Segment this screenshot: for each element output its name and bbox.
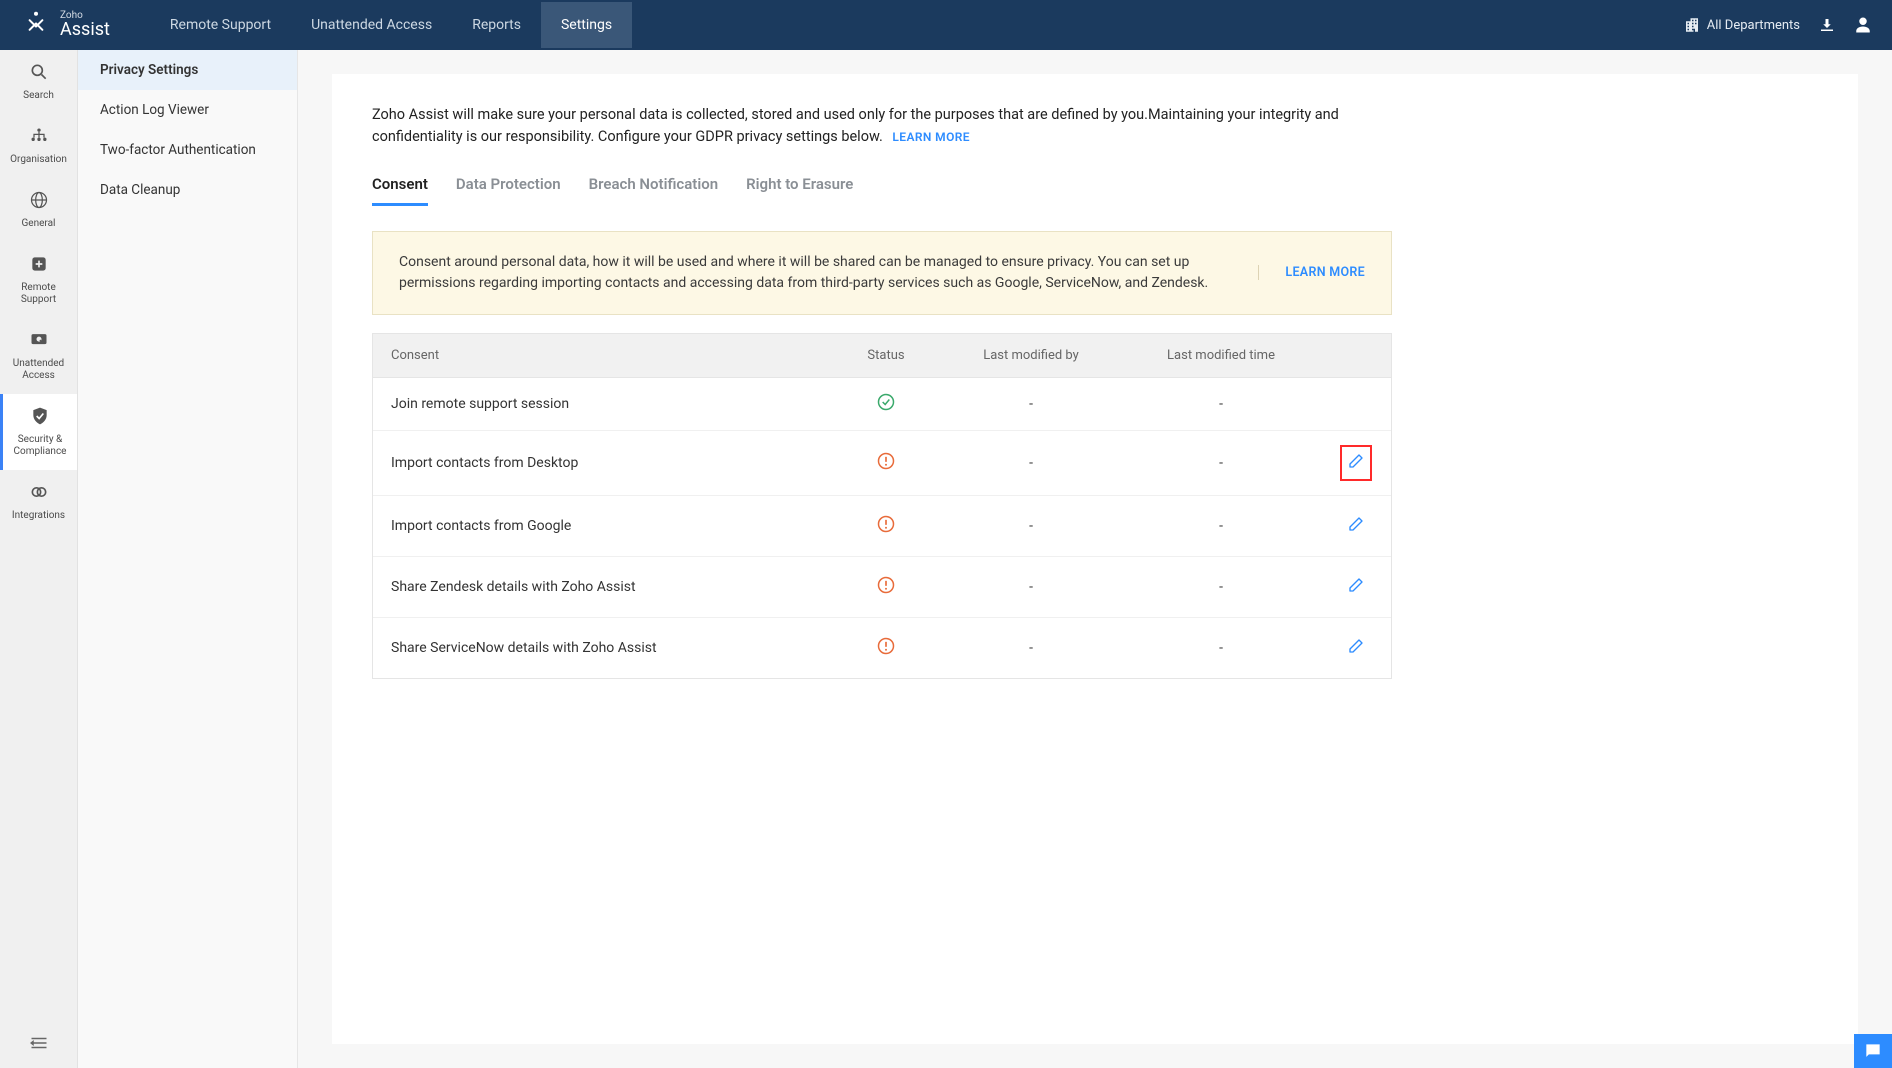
sidebar-icon-remote-support[interactable]: Remote Support	[0, 242, 77, 318]
top-nav-settings[interactable]: Settings	[541, 2, 632, 48]
status-warning-icon	[876, 522, 896, 538]
top-nav: Remote SupportUnattended AccessReportsSe…	[150, 2, 632, 48]
top-nav-remote-support[interactable]: Remote Support	[150, 2, 291, 48]
collapse-icon	[30, 1036, 48, 1050]
col-header-status: Status	[831, 334, 941, 377]
consent-notice: Consent around personal data, how it wil…	[372, 231, 1392, 315]
col-header-modified-by: Last modified by	[941, 334, 1121, 377]
content-card: Zoho Assist will make sure your personal…	[332, 74, 1858, 1044]
status-warning-icon	[876, 644, 896, 660]
sub-sidebar: Privacy SettingsAction Log ViewerTwo-fac…	[78, 50, 298, 1068]
consent-status	[831, 378, 941, 430]
modified-time: -	[1121, 504, 1321, 548]
status-ok-icon	[876, 400, 896, 416]
main-layout: SearchOrganisationGeneralRemote SupportU…	[0, 50, 1892, 1068]
globe-icon	[29, 190, 49, 218]
table-row: Join remote support session - -	[373, 378, 1391, 431]
consent-name: Share Zendesk details with Zoho Assist	[373, 565, 831, 609]
modified-by: -	[941, 626, 1121, 670]
edit-consent-button[interactable]	[1342, 510, 1370, 542]
org-icon	[29, 126, 49, 154]
tab-consent[interactable]: Consent	[372, 175, 428, 206]
sub-sidebar-action-log-viewer[interactable]: Action Log Viewer	[78, 90, 297, 130]
consent-name: Join remote support session	[373, 382, 831, 426]
consent-status	[831, 561, 941, 613]
pencil-icon	[1347, 452, 1365, 474]
sub-sidebar-privacy-settings[interactable]: Privacy Settings	[78, 50, 297, 90]
status-warning-icon	[876, 583, 896, 599]
chat-icon	[1863, 1041, 1883, 1061]
notice-text: Consent around personal data, how it wil…	[399, 252, 1228, 294]
col-header-modified-time: Last modified time	[1121, 334, 1321, 377]
icon-sidebar: SearchOrganisationGeneralRemote SupportU…	[0, 50, 78, 1068]
modified-by: -	[941, 382, 1121, 426]
status-warning-icon	[876, 459, 896, 475]
pencil-icon	[1347, 576, 1365, 598]
link-icon	[29, 482, 49, 510]
modified-time: -	[1121, 565, 1321, 609]
modified-time: -	[1121, 382, 1321, 426]
shield-icon	[30, 406, 50, 434]
modified-by: -	[941, 565, 1121, 609]
app-name: Assist	[60, 21, 110, 39]
modified-by: -	[941, 504, 1121, 548]
consent-name: Import contacts from Google	[373, 504, 831, 548]
monitor-icon	[29, 330, 49, 358]
sub-sidebar-two-factor-authentication[interactable]: Two-factor Authentication	[78, 130, 297, 170]
download-icon[interactable]	[1818, 16, 1836, 34]
tab-right-to-erasure[interactable]: Right to Erasure	[746, 175, 853, 206]
table-row: Share Zendesk details with Zoho Assist -…	[373, 557, 1391, 618]
edit-consent-button[interactable]	[1340, 445, 1372, 481]
col-header-consent: Consent	[373, 334, 831, 377]
table-header-row: Consent Status Last modified by Last mod…	[373, 334, 1391, 378]
sidebar-icon-general[interactable]: General	[0, 178, 77, 242]
chat-fab[interactable]	[1854, 1034, 1892, 1068]
intro-text: Zoho Assist will make sure your personal…	[372, 104, 1362, 149]
privacy-tabs: Consent Data Protection Breach Notificatio…	[372, 175, 1818, 207]
sidebar-icon-integrations[interactable]: Integrations	[0, 470, 77, 534]
consent-name: Share ServiceNow details with Zoho Assis…	[373, 626, 831, 670]
search-icon	[29, 62, 49, 90]
edit-consent-button[interactable]	[1342, 571, 1370, 603]
departments-selector[interactable]: All Departments	[1683, 16, 1800, 34]
notice-learn-more-link[interactable]: LEARN MORE	[1258, 265, 1365, 280]
learn-more-link[interactable]: LEARN MORE	[892, 130, 970, 144]
consent-status	[831, 437, 941, 489]
sidebar-icon-unattended-access[interactable]: Unattended Access	[0, 318, 77, 394]
sub-sidebar-data-cleanup[interactable]: Data Cleanup	[78, 170, 297, 210]
modified-time: -	[1121, 441, 1321, 485]
consent-table: Consent Status Last modified by Last mod…	[372, 333, 1392, 679]
table-row: Share ServiceNow details with Zoho Assis…	[373, 618, 1391, 678]
tab-breach-notification[interactable]: Breach Notification	[589, 175, 719, 206]
logo[interactable]: Zoho Assist	[20, 9, 110, 41]
sidebar-icon-security-compliance[interactable]: Security & Compliance	[0, 394, 77, 470]
pencil-icon	[1347, 515, 1365, 537]
app-header: Zoho Assist Remote SupportUnattended Acc…	[0, 0, 1892, 50]
pencil-icon	[1347, 637, 1365, 659]
edit-consent-button[interactable]	[1342, 632, 1370, 664]
top-nav-unattended-access[interactable]: Unattended Access	[291, 2, 452, 48]
tab-data-protection[interactable]: Data Protection	[456, 175, 561, 206]
table-row: Import contacts from Google - -	[373, 496, 1391, 557]
consent-status	[831, 622, 941, 674]
building-icon	[1683, 16, 1701, 34]
consent-name: Import contacts from Desktop	[373, 441, 831, 485]
sidebar-icon-organisation[interactable]: Organisation	[0, 114, 77, 178]
modified-by: -	[941, 441, 1121, 485]
plus-icon	[29, 254, 49, 282]
content-wrap: Zoho Assist will make sure your personal…	[298, 50, 1892, 1068]
sidebar-icon-search[interactable]: Search	[0, 50, 77, 114]
consent-status	[831, 500, 941, 552]
table-row: Import contacts from Desktop - -	[373, 431, 1391, 496]
user-icon[interactable]	[1854, 16, 1872, 34]
top-nav-reports[interactable]: Reports	[452, 2, 541, 48]
assist-logo-icon	[20, 9, 52, 41]
modified-time: -	[1121, 626, 1321, 670]
collapse-sidebar-button[interactable]	[0, 1021, 77, 1068]
